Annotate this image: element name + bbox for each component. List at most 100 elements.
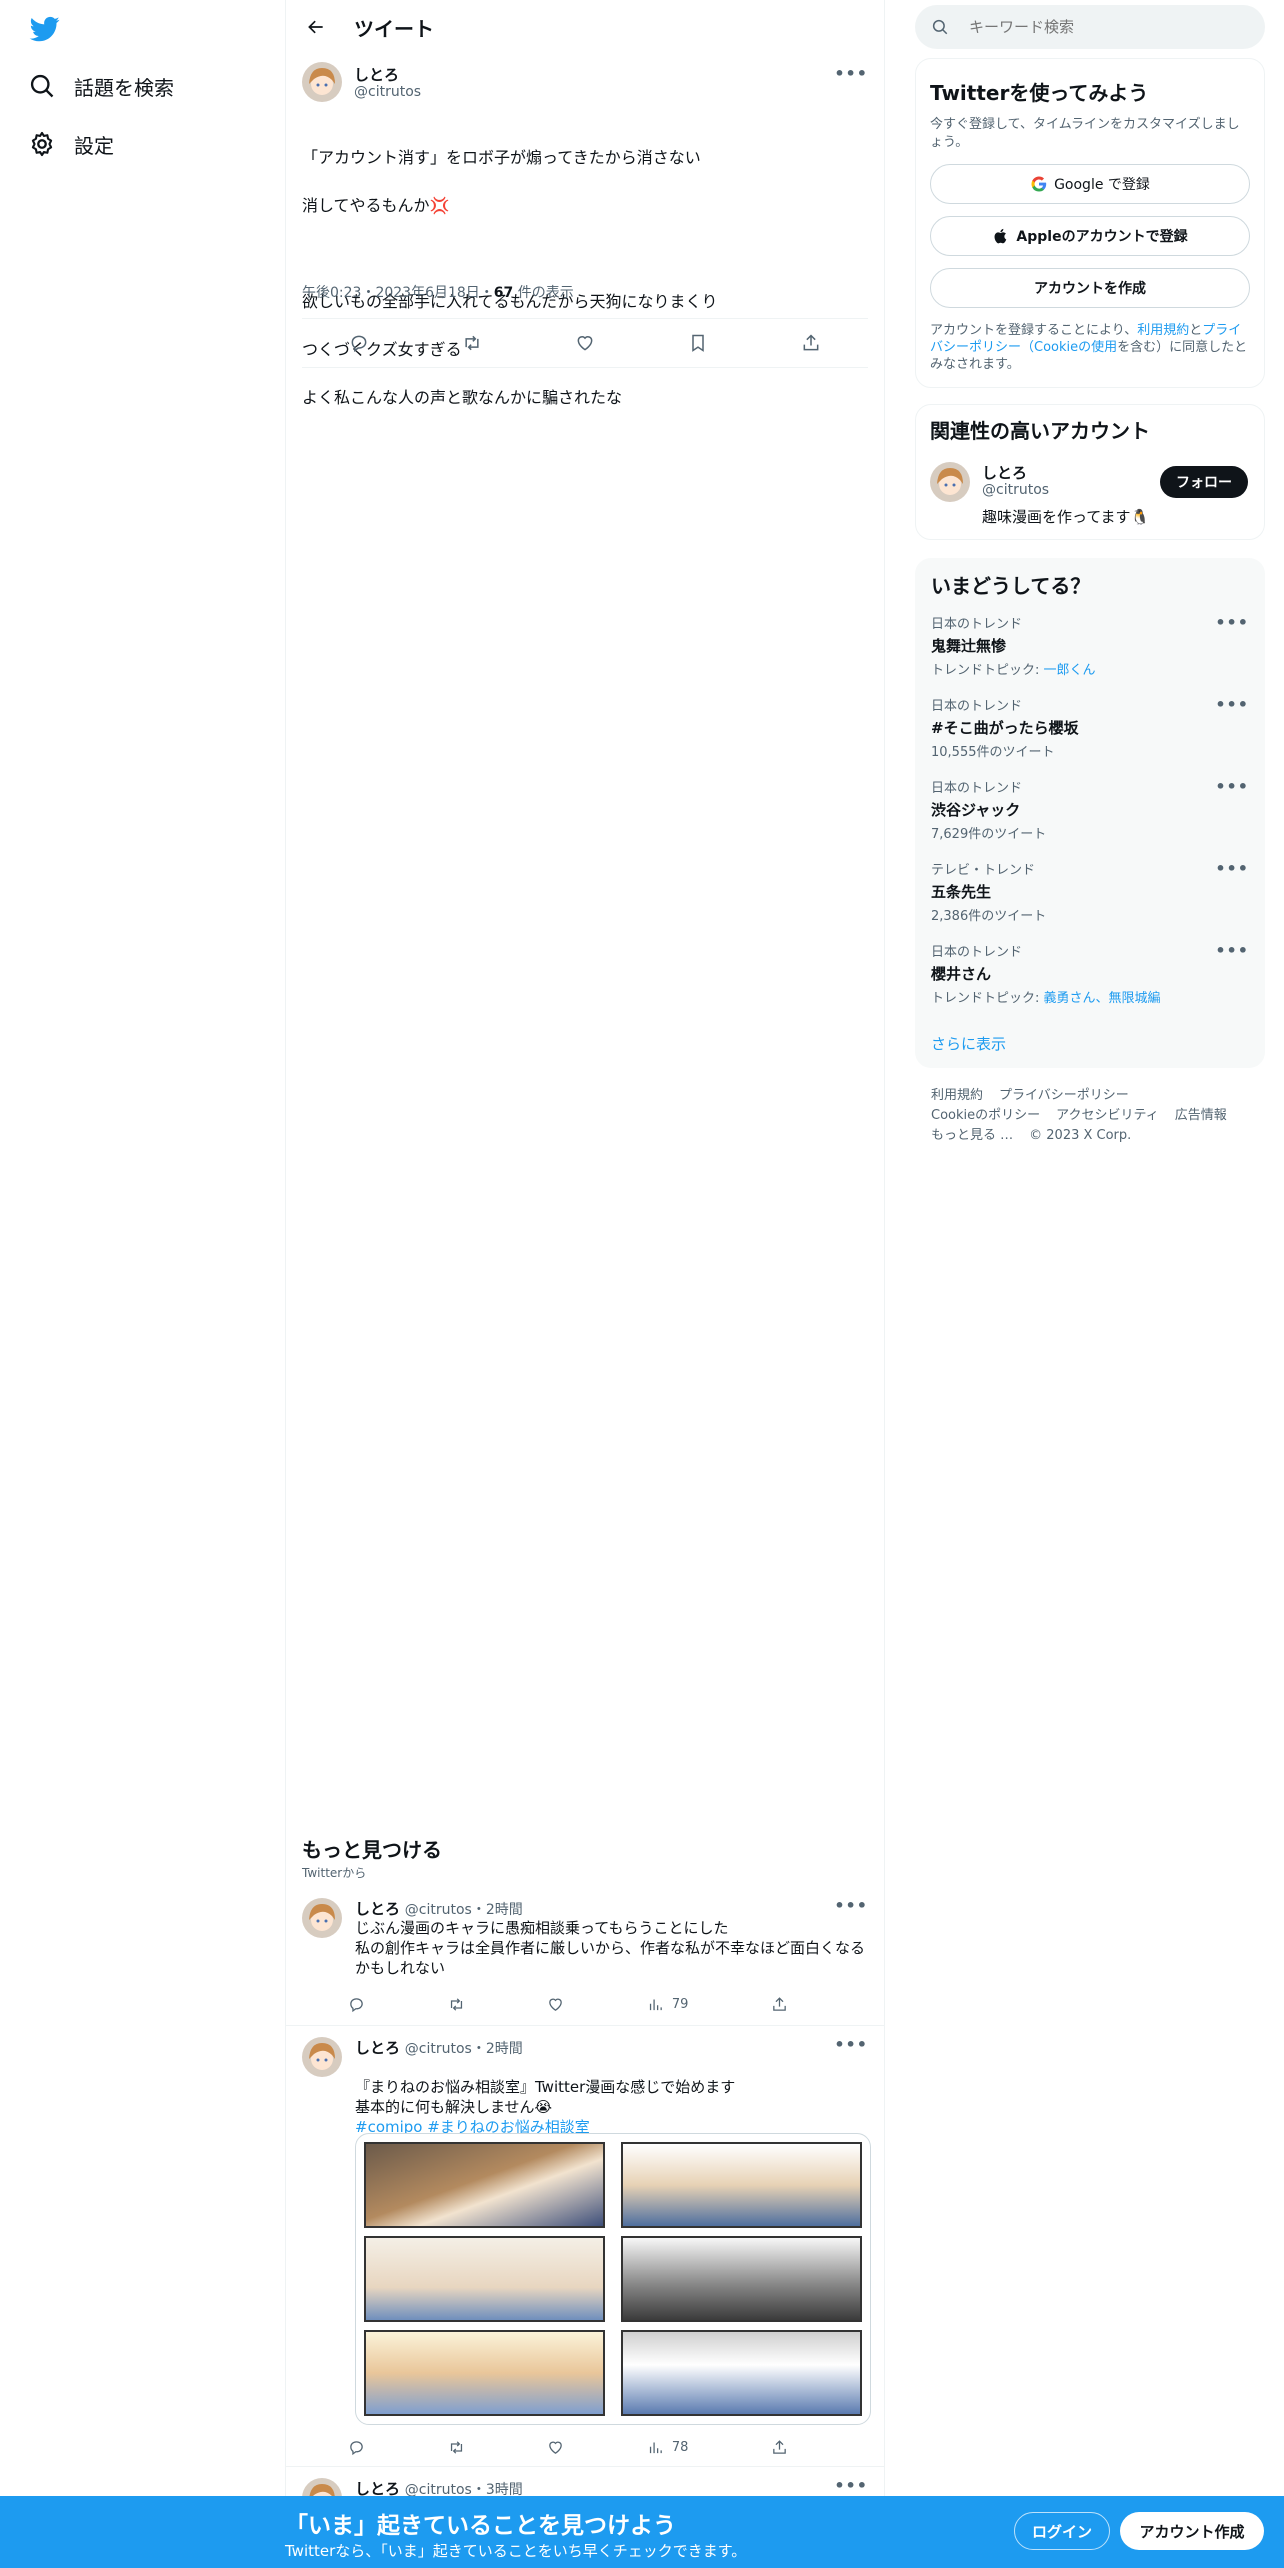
avatar[interactable] — [930, 462, 970, 502]
list-item[interactable]: しとろ @citrutos・2時間 ••• じぶん漫画のキャラに愚痴相談乗っても… — [286, 1888, 884, 2026]
reply-button[interactable] — [342, 326, 376, 360]
footer-more-link[interactable]: もっと見る … — [931, 1128, 1013, 1143]
like-button[interactable] — [547, 1996, 564, 2013]
avatar[interactable] — [302, 62, 342, 102]
footer-cookie-link[interactable]: Cookieのポリシー — [931, 1108, 1040, 1123]
retweet-button[interactable] — [448, 2439, 465, 2456]
trend-meta: 2,386件のツイート — [931, 909, 1047, 924]
author-name[interactable]: しとろ — [355, 2039, 400, 2057]
comic-panel — [621, 2142, 862, 2228]
trend-context: 日本のトレンド — [931, 699, 1023, 714]
share-button[interactable] — [771, 1996, 788, 2013]
reply-button[interactable] — [348, 2439, 365, 2456]
more-icon[interactable]: ••• — [1215, 613, 1249, 632]
more-icon[interactable]: ••• — [834, 2035, 868, 2054]
like-button[interactable] — [568, 326, 602, 360]
discover-subtitle: Twitterから — [302, 1866, 367, 1880]
top-bar: ツイート — [286, 0, 884, 54]
signup-terms: アカウントを登録することにより、利用規約とプライバシーポリシー（Cookieの使… — [930, 322, 1250, 373]
more-icon[interactable]: ••• — [834, 2476, 868, 2495]
share-icon — [803, 334, 819, 351]
more-icon[interactable]: ••• — [1215, 777, 1249, 796]
more-icon[interactable]: ••• — [1215, 695, 1249, 714]
search-bar[interactable] — [915, 5, 1265, 49]
banner-title: 「いま」起きていることを見つけよう — [285, 2513, 676, 2539]
footer-accessibility-link[interactable]: アクセシビリティ — [1056, 1108, 1159, 1123]
views-count: 79 — [671, 1996, 689, 2012]
retweet-icon — [450, 2440, 462, 2454]
signup-button[interactable]: アカウント作成 — [1120, 2512, 1264, 2550]
more-icon[interactable]: ••• — [1215, 941, 1249, 960]
footer-ads-link[interactable]: 広告情報 — [1175, 1108, 1227, 1123]
comic-image-grid[interactable] — [355, 2133, 871, 2425]
trend-context: 日本のトレンド — [931, 945, 1023, 960]
footer-privacy-link[interactable]: プライバシーポリシー — [999, 1088, 1129, 1103]
tweet-timestamp: 午後0:23・2023年6月18日・67 件の表示 — [302, 282, 574, 302]
login-button[interactable]: ログイン — [1014, 2512, 1110, 2550]
views-button[interactable]: 79 — [647, 1996, 689, 2013]
terms-link[interactable]: 利用規約 — [1137, 323, 1189, 338]
bookmark-icon — [692, 334, 704, 352]
comic-column — [356, 2134, 613, 2424]
avatar[interactable] — [302, 1898, 342, 1938]
author-handle[interactable]: @citrutos — [405, 2041, 472, 2057]
more-icon[interactable]: ••• — [1215, 859, 1249, 878]
heart-icon — [549, 2441, 563, 2454]
back-button[interactable] — [298, 9, 334, 45]
tweet-text: じぶん漫画のキャラに愚痴相談乗ってもらうことにした 私の創作キャラは全員作者に厳… — [355, 1919, 866, 1977]
trend-item[interactable]: 日本のトレンド 鬼舞辻無惨 トレンドトピック: 一郎くん ••• — [931, 613, 1249, 695]
twitter-bird-icon[interactable] — [28, 14, 62, 44]
list-item[interactable]: しとろ @citrutos・2時間 ••• 『まりねのお悩み相談室』Twitte… — [286, 2027, 884, 2467]
trend-topic: 五条先生 — [931, 883, 992, 901]
footer-terms-link[interactable]: 利用規約 — [931, 1088, 983, 1103]
tweet-line: 「アカウント消す」をロボ子が煽ってきたから消さない — [302, 148, 701, 167]
reply-button[interactable] — [348, 1996, 365, 2013]
tweet-time[interactable]: 午後0:23・2023年6月18日・ — [302, 285, 494, 301]
like-button[interactable] — [547, 2439, 564, 2456]
tweet-text: 「アカウント消す」をロボ子が煽ってきたから消さない 消してやるもんか💢 欲しいも… — [302, 122, 868, 434]
trends-card: いまどうしてる？ 日本のトレンド 鬼舞辻無惨 トレンドトピック: 一郎くん ••… — [915, 558, 1265, 1068]
create-account-button[interactable]: アカウントを作成 — [930, 268, 1250, 308]
google-icon — [1031, 176, 1047, 192]
trend-item[interactable]: 日本のトレンド #そこ曲がったら櫻坂 10,555件のツイート ••• — [931, 695, 1249, 777]
views-button[interactable]: 78 — [647, 2439, 688, 2456]
trend-meta-link[interactable]: 義勇さん、無限城編 — [1044, 991, 1161, 1006]
tweet-time[interactable]: ・2時間 — [472, 2041, 523, 2057]
bookmark-button[interactable] — [681, 326, 715, 360]
trend-item[interactable]: 日本のトレンド 櫻井さん トレンドトピック: 義勇さん、無限城編 ••• — [931, 941, 1249, 1023]
trend-context: テレビ・トレンド — [931, 863, 1036, 878]
google-signup-label: Google で登録 — [1054, 177, 1150, 193]
trend-topic: 渋谷ジャック — [931, 801, 1021, 819]
related-handle[interactable]: @citrutos — [982, 482, 1049, 498]
arrow-left-icon — [308, 20, 323, 34]
nav-settings[interactable]: 設定 — [28, 124, 114, 164]
more-icon[interactable]: ••• — [834, 64, 868, 83]
follow-button[interactable]: フォロー — [1160, 466, 1248, 498]
trend-meta: トレンドトピック: 一郎くん — [931, 659, 1249, 678]
tweet-time[interactable]: ・2時間 — [472, 1902, 523, 1918]
google-signup-button[interactable]: Google で登録 — [930, 164, 1250, 204]
trend-item[interactable]: テレビ・トレンド 五条先生 2,386件のツイート ••• — [931, 859, 1249, 941]
trend-item[interactable]: 日本のトレンド 渋谷ジャック 7,629件のツイート ••• — [931, 777, 1249, 859]
search-input[interactable] — [969, 18, 1249, 36]
author-name[interactable]: しとろ — [354, 64, 399, 85]
author-handle[interactable]: @citrutos — [354, 84, 421, 100]
share-button[interactable] — [794, 326, 828, 360]
retweet-icon — [465, 335, 479, 351]
related-name[interactable]: しとろ — [982, 462, 1027, 483]
author-name[interactable]: しとろ — [355, 1900, 400, 1918]
retweet-button[interactable] — [448, 1996, 465, 2013]
tweet-author: しとろ @citrutos ••• — [302, 62, 868, 106]
avatar[interactable] — [302, 2037, 342, 2077]
author-handle[interactable]: @citrutos — [405, 1902, 472, 1918]
retweet-button[interactable] — [455, 326, 489, 360]
trend-meta-link[interactable]: 一郎くん — [1044, 663, 1096, 678]
share-button[interactable] — [771, 2439, 788, 2456]
apple-signup-button[interactable]: Appleのアカウントで登録 — [930, 216, 1250, 256]
tweet-line: 消してやるもんか💢 — [302, 196, 450, 215]
related-account-row[interactable]: しとろ @citrutos 趣味漫画を作ってます🐧 フォロー — [930, 462, 1250, 528]
show-more-link[interactable]: さらに表示 — [931, 1033, 1249, 1054]
signup-title: Twitterを使ってみよう — [930, 81, 1149, 105]
nav-explore[interactable]: 話題を検索 — [28, 66, 174, 106]
more-icon[interactable]: ••• — [834, 1896, 868, 1915]
